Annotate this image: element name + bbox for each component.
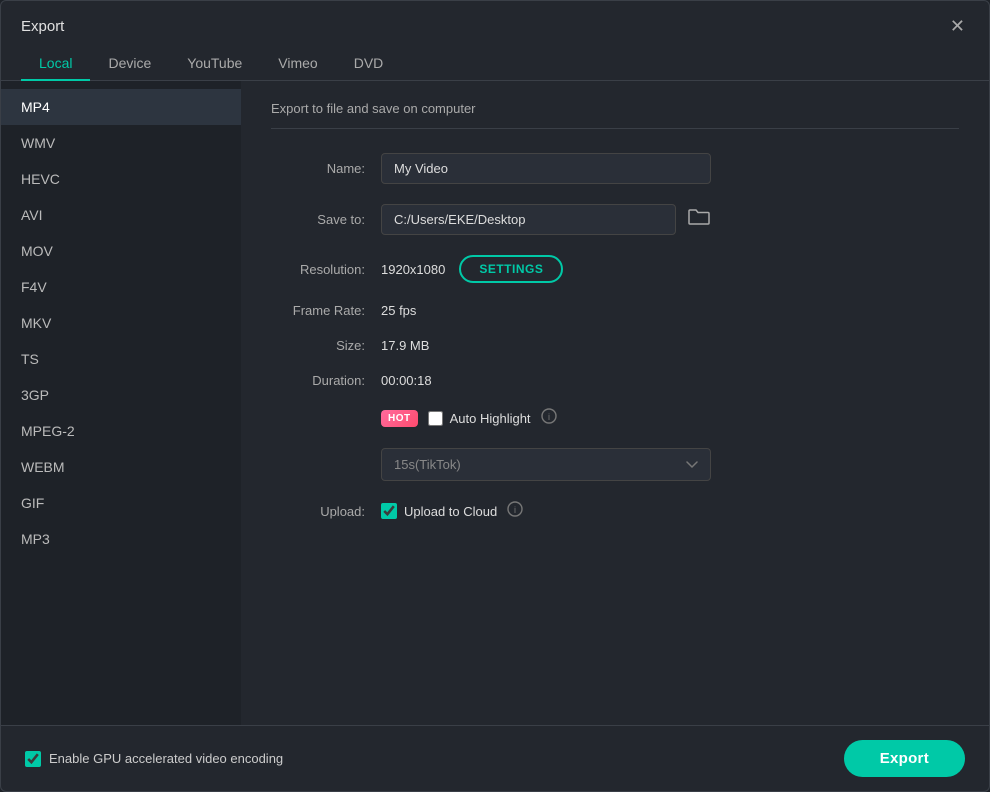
tab-device[interactable]: Device [90, 47, 169, 81]
resolution-value: 1920x1080 [381, 262, 445, 277]
size-value: 17.9 MB [381, 338, 429, 353]
upload-label: Upload: [271, 504, 381, 519]
export-dialog: Export ✕ Local Device YouTube Vimeo DVD … [0, 0, 990, 792]
frame-rate-value: 25 fps [381, 303, 416, 318]
gpu-label[interactable]: Enable GPU accelerated video encoding [25, 751, 283, 767]
format-hevc[interactable]: HEVC [1, 161, 241, 197]
auto-highlight-controls: HOT Auto Highlight i [381, 408, 557, 428]
save-to-label: Save to: [271, 212, 381, 227]
svg-text:i: i [548, 412, 550, 422]
main-panel: Export to file and save on computer Name… [241, 81, 989, 725]
tiktok-duration-select[interactable]: 15s(TikTok) [381, 448, 711, 481]
upload-to-cloud-label[interactable]: Upload to Cloud [381, 503, 497, 519]
format-mpeg2[interactable]: MPEG-2 [1, 413, 241, 449]
tiktok-row: 15s(TikTok) [271, 448, 959, 481]
name-label: Name: [271, 161, 381, 176]
gpu-checkbox[interactable] [25, 751, 41, 767]
duration-row: Duration: 00:00:18 [271, 373, 959, 388]
export-button[interactable]: Export [844, 740, 965, 777]
tab-vimeo[interactable]: Vimeo [260, 47, 335, 81]
save-to-input[interactable] [381, 204, 676, 235]
duration-value: 00:00:18 [381, 373, 432, 388]
format-sidebar: MP4 WMV HEVC AVI MOV F4V MKV TS 3GP MPEG… [1, 81, 241, 725]
tabs-bar: Local Device YouTube Vimeo DVD [1, 47, 989, 81]
resolution-label: Resolution: [271, 262, 381, 277]
size-label: Size: [271, 338, 381, 353]
size-row: Size: 17.9 MB [271, 338, 959, 353]
auto-highlight-row: HOT Auto Highlight i [271, 408, 959, 428]
settings-button[interactable]: SETTINGS [459, 255, 563, 283]
format-mkv[interactable]: MKV [1, 305, 241, 341]
svg-text:i: i [514, 505, 516, 515]
format-mp3[interactable]: MP3 [1, 521, 241, 557]
format-mov[interactable]: MOV [1, 233, 241, 269]
bottom-bar: Enable GPU accelerated video encoding Ex… [1, 725, 989, 791]
resolution-row: Resolution: 1920x1080 SETTINGS [271, 255, 959, 283]
tab-dvd[interactable]: DVD [336, 47, 402, 81]
tab-youtube[interactable]: YouTube [169, 47, 260, 81]
name-row: Name: [271, 153, 959, 184]
duration-label: Duration: [271, 373, 381, 388]
auto-highlight-label[interactable]: Auto Highlight [428, 411, 531, 426]
folder-browse-button[interactable] [684, 204, 714, 235]
name-input[interactable] [381, 153, 711, 184]
format-3gp[interactable]: 3GP [1, 377, 241, 413]
resolution-controls: 1920x1080 SETTINGS [381, 255, 563, 283]
format-avi[interactable]: AVI [1, 197, 241, 233]
format-gif[interactable]: GIF [1, 485, 241, 521]
format-wmv[interactable]: WMV [1, 125, 241, 161]
save-to-row: Save to: [271, 204, 959, 235]
format-ts[interactable]: TS [1, 341, 241, 377]
upload-controls: Upload to Cloud i [381, 501, 523, 521]
dialog-title: Export [21, 18, 64, 35]
upload-to-cloud-checkbox[interactable] [381, 503, 397, 519]
save-to-field [381, 204, 714, 235]
auto-highlight-text: Auto Highlight [450, 411, 531, 426]
close-button[interactable]: ✕ [946, 15, 969, 37]
upload-info-icon[interactable]: i [507, 501, 523, 521]
format-webm[interactable]: WEBM [1, 449, 241, 485]
content-area: MP4 WMV HEVC AVI MOV F4V MKV TS 3GP MPEG… [1, 81, 989, 725]
format-f4v[interactable]: F4V [1, 269, 241, 305]
upload-to-cloud-text: Upload to Cloud [404, 504, 497, 519]
hot-badge: HOT [381, 410, 418, 427]
frame-rate-row: Frame Rate: 25 fps [271, 303, 959, 318]
frame-rate-label: Frame Rate: [271, 303, 381, 318]
upload-row: Upload: Upload to Cloud i [271, 501, 959, 521]
format-mp4[interactable]: MP4 [1, 89, 241, 125]
panel-description: Export to file and save on computer [271, 101, 959, 129]
auto-highlight-info-icon[interactable]: i [541, 408, 557, 428]
title-bar: Export ✕ [1, 1, 989, 47]
auto-highlight-checkbox[interactable] [428, 411, 443, 426]
gpu-label-text: Enable GPU accelerated video encoding [49, 751, 283, 766]
tab-local[interactable]: Local [21, 47, 90, 81]
